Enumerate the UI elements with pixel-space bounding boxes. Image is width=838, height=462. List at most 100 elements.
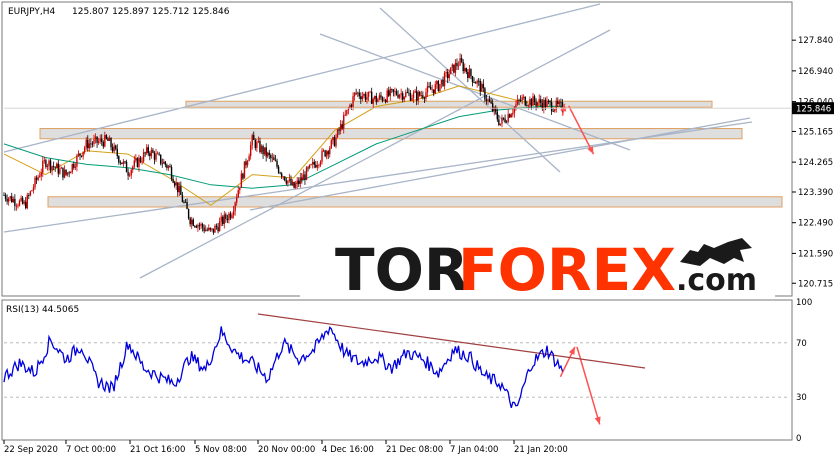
candle-body bbox=[46, 165, 49, 167]
candle-body bbox=[360, 96, 362, 100]
symbol-label: EURJPY,H4 bbox=[8, 7, 56, 17]
candle-body bbox=[184, 202, 187, 203]
candle-body bbox=[209, 227, 212, 230]
candle-body bbox=[535, 101, 537, 106]
candle-body bbox=[59, 168, 61, 174]
candle-body bbox=[6, 198, 8, 202]
candle-body bbox=[251, 135, 253, 146]
candle-body bbox=[220, 216, 222, 222]
candle-body bbox=[181, 195, 184, 203]
candle-body bbox=[488, 99, 491, 102]
candle-body bbox=[245, 161, 247, 166]
candle-body bbox=[206, 229, 208, 231]
candle-body bbox=[439, 83, 441, 92]
candle-body bbox=[153, 152, 156, 160]
candle-body bbox=[364, 93, 367, 100]
candle-body bbox=[491, 103, 494, 111]
candle-body bbox=[3, 195, 5, 196]
candle-body bbox=[80, 155, 83, 157]
candle-body bbox=[175, 182, 177, 186]
candle-body bbox=[375, 95, 378, 103]
candle-body bbox=[83, 147, 86, 152]
candle-body bbox=[28, 195, 30, 196]
candle-body bbox=[71, 163, 73, 173]
candle-body bbox=[108, 138, 111, 141]
candle-body bbox=[260, 146, 263, 153]
candle-body bbox=[318, 164, 320, 166]
candle-body bbox=[358, 92, 360, 97]
candle-body bbox=[363, 93, 365, 97]
candle-body bbox=[343, 115, 345, 129]
candle-body bbox=[177, 182, 179, 193]
candle-body bbox=[378, 95, 381, 100]
candle-body bbox=[321, 150, 323, 162]
candle-body bbox=[310, 164, 312, 166]
candle-body bbox=[29, 191, 32, 196]
candle-body bbox=[43, 160, 46, 162]
candle-body bbox=[132, 166, 134, 170]
candle-body bbox=[87, 139, 89, 149]
candle-body bbox=[445, 72, 447, 73]
candle-body bbox=[203, 227, 205, 232]
candle-body bbox=[172, 178, 174, 183]
candle-body bbox=[335, 137, 337, 147]
candle-body bbox=[451, 64, 454, 68]
candle-body bbox=[138, 157, 140, 167]
candle-body bbox=[234, 202, 236, 211]
candle-body bbox=[347, 108, 350, 110]
candle-body bbox=[344, 114, 346, 116]
rsi-title: RSI(13) 44.5065 bbox=[6, 305, 79, 315]
candle-body bbox=[285, 180, 288, 184]
candle-body bbox=[135, 158, 137, 161]
candle-body bbox=[191, 219, 193, 225]
candle-body bbox=[442, 79, 444, 86]
candle-body bbox=[25, 201, 27, 209]
candle-body bbox=[265, 147, 267, 157]
candle-body bbox=[271, 157, 274, 159]
candle-body bbox=[554, 109, 556, 112]
candle-body bbox=[307, 167, 309, 169]
candle-body bbox=[240, 173, 243, 188]
candle-body bbox=[372, 98, 374, 104]
candle-body bbox=[256, 141, 258, 148]
price-tick-label: 124.265 bbox=[798, 158, 833, 168]
candle-body bbox=[200, 224, 202, 226]
candle-body bbox=[333, 137, 336, 147]
candle-body bbox=[77, 153, 80, 156]
candle-body bbox=[96, 136, 98, 143]
candle-body bbox=[139, 157, 142, 162]
candle-body bbox=[23, 201, 25, 204]
candle-body bbox=[127, 172, 129, 176]
candle-body bbox=[110, 138, 112, 148]
candle-body bbox=[543, 99, 545, 109]
candle-body bbox=[426, 86, 429, 93]
time-tick-label: 20 Nov 00:00 bbox=[258, 445, 315, 455]
candle-body bbox=[169, 166, 171, 168]
candle-body bbox=[52, 166, 55, 167]
candle-body bbox=[482, 83, 485, 89]
candle-body bbox=[262, 146, 264, 155]
candle-body bbox=[366, 96, 368, 100]
candle-body bbox=[313, 162, 315, 165]
candle-body bbox=[296, 180, 298, 185]
candle-body bbox=[369, 91, 371, 93]
candle-body bbox=[280, 173, 283, 177]
candle-body bbox=[468, 69, 471, 78]
price-tick-label: 122.490 bbox=[798, 219, 833, 229]
candle-body bbox=[198, 225, 201, 226]
chart-root: 127.840126.940126.040125.165124.265123.3… bbox=[0, 0, 838, 458]
candle-body bbox=[505, 121, 508, 123]
candle-body bbox=[294, 184, 297, 188]
candle-body bbox=[26, 195, 28, 209]
candle-body bbox=[527, 105, 530, 107]
candle-body bbox=[105, 135, 108, 139]
candle-body bbox=[471, 76, 474, 83]
candle-body bbox=[507, 114, 509, 122]
candle-body bbox=[532, 96, 534, 106]
candle-body bbox=[147, 147, 149, 154]
candle-body bbox=[538, 99, 540, 103]
candle-body bbox=[499, 123, 502, 125]
candle-body bbox=[32, 187, 35, 191]
candle-body bbox=[231, 215, 233, 219]
candle-body bbox=[111, 147, 114, 152]
